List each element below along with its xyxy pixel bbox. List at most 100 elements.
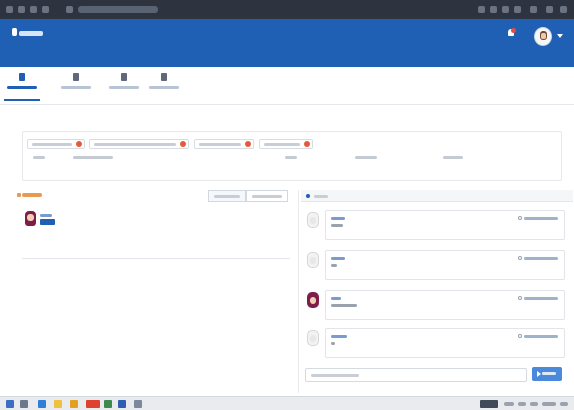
placeholder-stub (311, 374, 359, 377)
back-icon[interactable] (6, 6, 13, 13)
filter-chip[interactable] (194, 139, 254, 149)
avatar[interactable] (25, 211, 36, 226)
app-icon[interactable] (70, 400, 78, 408)
column-header[interactable] (443, 156, 463, 159)
message-time (524, 217, 558, 220)
column-header[interactable] (355, 156, 377, 159)
avatar[interactable] (307, 252, 319, 268)
filter-chip[interactable] (259, 139, 313, 149)
recent-filter-button[interactable] (246, 190, 288, 202)
message-time (524, 335, 558, 338)
app-icon[interactable] (134, 400, 142, 408)
clock[interactable] (542, 402, 556, 406)
filter-panel (22, 131, 562, 181)
forward-icon[interactable] (18, 6, 25, 13)
column-header[interactable] (285, 156, 297, 159)
avatar-face (27, 214, 34, 221)
app-icon[interactable] (86, 400, 100, 408)
message-author[interactable] (331, 335, 347, 338)
clock-icon (518, 256, 522, 260)
clock-icon (518, 216, 522, 220)
avatar-face (541, 33, 546, 39)
app-icon[interactable] (38, 400, 46, 408)
filter-chip[interactable] (27, 139, 85, 149)
avatar[interactable] (307, 292, 319, 308)
app-header (0, 19, 574, 67)
message-author[interactable] (331, 217, 345, 220)
avatar[interactable] (534, 27, 552, 46)
extension-icon[interactable] (478, 6, 485, 13)
filter-chip-label (264, 143, 300, 146)
chat-icon (306, 194, 310, 198)
start-icon[interactable] (6, 400, 14, 408)
column-header[interactable] (33, 156, 45, 159)
extension-icon[interactable] (530, 6, 537, 13)
nav-item-label (149, 86, 179, 89)
message-time (524, 257, 558, 260)
nav-item-document[interactable] (146, 73, 182, 101)
message-input[interactable] (305, 368, 527, 382)
message-bubble (325, 210, 565, 240)
filter-chip[interactable] (89, 139, 189, 149)
recent-filter-button[interactable] (208, 190, 246, 202)
app-icon[interactable] (104, 400, 112, 408)
send-button[interactable] (532, 367, 562, 381)
message-text (331, 342, 335, 345)
volume-icon[interactable] (530, 402, 538, 406)
send-icon (537, 371, 541, 377)
chat-title (314, 195, 328, 198)
extension-icon[interactable] (490, 6, 497, 13)
column-header[interactable] (73, 156, 113, 159)
extension-icon[interactable] (514, 6, 521, 13)
nav-item-calendar[interactable] (58, 73, 94, 101)
folder-icon[interactable] (54, 400, 62, 408)
language-indicator[interactable] (480, 400, 498, 408)
message-author[interactable] (331, 297, 341, 300)
taskbar (0, 396, 574, 410)
app-icon[interactable] (118, 400, 126, 408)
extension-icon[interactable] (502, 6, 509, 13)
chat-message (305, 326, 567, 362)
chat-panel (298, 190, 573, 393)
message-time (524, 297, 558, 300)
recent-panel (17, 190, 297, 260)
send-button-label (542, 372, 556, 375)
reload-icon[interactable] (30, 6, 37, 13)
nav-item-label (7, 86, 37, 89)
recent-filter-label (214, 195, 240, 198)
message-text (331, 224, 343, 227)
home-icon[interactable] (42, 6, 49, 13)
app-name (19, 31, 43, 37)
close-icon[interactable] (304, 141, 310, 147)
filter-chip-label (32, 143, 72, 146)
extension-icon[interactable] (546, 6, 553, 13)
avatar[interactable] (307, 212, 319, 228)
status-badge (40, 219, 55, 225)
chat-message (305, 248, 567, 284)
nav-item-label (61, 86, 91, 89)
calendar-icon (121, 73, 127, 81)
address-bar[interactable] (78, 6, 158, 13)
recent-title (22, 193, 42, 197)
divider (22, 258, 290, 259)
menu-icon[interactable] (560, 6, 567, 13)
nav-item-calendar-2[interactable] (106, 73, 142, 101)
nav-item-home[interactable] (4, 73, 40, 101)
browser-toolbar (0, 0, 574, 19)
search-icon[interactable] (20, 400, 28, 408)
avatar[interactable] (307, 330, 319, 346)
wifi-icon[interactable] (518, 402, 526, 406)
chevron-down-icon[interactable] (557, 34, 563, 38)
close-icon[interactable] (76, 141, 82, 147)
tray-icon[interactable] (504, 402, 514, 406)
app-logo[interactable] (12, 28, 46, 39)
recent-icon (17, 193, 21, 197)
notification-center-icon[interactable] (560, 402, 568, 406)
close-icon[interactable] (180, 141, 186, 147)
message-author[interactable] (331, 257, 345, 260)
notification-badge (511, 28, 516, 33)
notifications-button[interactable] (506, 28, 517, 39)
recent-item-name[interactable] (40, 214, 52, 217)
close-icon[interactable] (245, 141, 251, 147)
module-nav (0, 67, 574, 105)
